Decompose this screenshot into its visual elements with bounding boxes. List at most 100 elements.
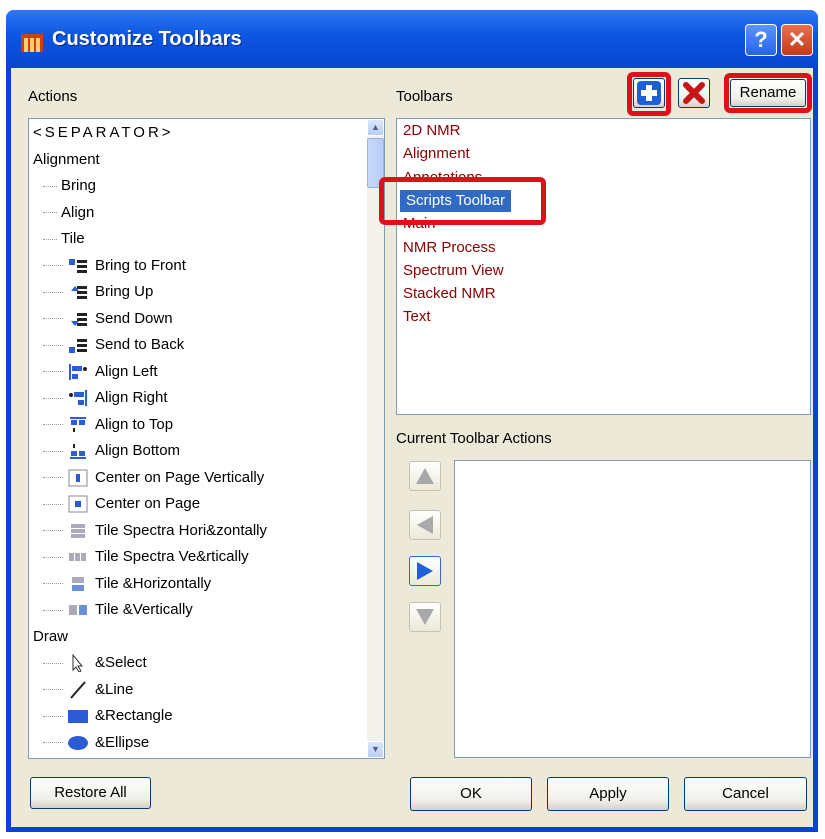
align-top-icon [70,416,86,432]
highlight-add-button [627,72,671,116]
line-icon [70,680,86,699]
action-tree-item[interactable]: Align [43,202,94,224]
title-bar[interactable]: Customize Toolbars ? ✕ [6,10,818,68]
window-title: Customize Toolbars [52,28,242,50]
action-tree-item-label: Center on Page Vertically [95,468,265,486]
select-arrow-icon [72,654,84,673]
scroll-down-arrow[interactable]: ▼ [367,741,384,758]
tree-connector [43,556,63,558]
cancel-button[interactable]: Cancel [684,777,807,811]
action-tree-item[interactable]: &Ellipse [43,732,149,754]
tree-connector [43,742,63,744]
action-tree-item-label: Center on Page [95,495,201,512]
action-tree-item-label: Tile &Vertically [95,601,193,618]
action-tree-item[interactable]: Align Bottom [43,440,180,462]
action-tree-item[interactable]: Center on Page [43,493,200,515]
action-tree-item-label: Tile [61,230,85,247]
tree-connector [43,477,63,479]
ellipse-icon [68,735,88,750]
action-tree-item-label: Align Right [95,389,168,406]
apply-button[interactable]: Apply [547,777,669,811]
action-tree-item-label: Bring [61,177,97,194]
restore-all-button[interactable]: Restore All [30,777,151,809]
toolbars-list[interactable]: 2D NMR Alignment Annotations Scripts Toolba… [396,118,811,415]
action-tree-item-label: <SEPARATOR> [33,124,174,141]
action-tree-item-label: Tile Spectra Ve&rtically [95,548,249,565]
action-tree-item-label: &Line [95,680,134,698]
move-left-button[interactable] [409,510,441,540]
move-down-button[interactable] [409,602,441,632]
tree-connector [43,344,63,346]
tree-connector [43,424,63,426]
tree-connector [43,503,63,505]
action-tree-item[interactable]: Align to Top [43,414,173,436]
tree-connector [43,583,63,585]
app-logo-icon [21,34,43,52]
tree-connector [43,185,57,187]
action-tree-item[interactable]: Tile &Horizontally [43,573,211,595]
action-tree-item-label: Tile Spectra Hori&zontally [95,521,268,539]
action-tree-item-label: Align [61,203,95,221]
toolbar-list-item[interactable]: Stacked NMR [403,283,496,305]
action-tree-item[interactable]: &Select [43,652,147,674]
action-tree-item-label: &Ellipse [95,733,150,751]
action-tree-item[interactable]: Send Down [43,308,173,330]
action-tree-item-label: Align to Top [95,415,174,433]
ok-button[interactable]: OK [410,777,532,811]
action-tree-item[interactable]: Align Left [43,361,158,383]
triangle-right-icon [417,562,433,580]
close-button[interactable]: ✕ [781,24,813,56]
action-tree-item[interactable]: Align Right [43,387,168,409]
action-tree-item[interactable]: Send to Back [43,334,184,356]
action-tree-item[interactable]: <SEPARATOR> [33,122,174,144]
action-tree-item[interactable]: Bring Up [43,281,153,303]
action-tree-item[interactable]: Tile [43,228,85,250]
actions-label: Actions [28,88,78,105]
actions-tree[interactable]: &Text&Ellipse&Rectangle&Line&Select Draw T… [28,118,385,759]
tile-spectra-h-icon [71,523,85,538]
action-tree-item[interactable]: Tile Spectra Ve&rtically [43,546,249,568]
toolbar-list-item[interactable]: Alignment [403,143,470,165]
action-tree-item[interactable]: Bring [43,175,96,197]
tree-connector [43,715,63,717]
toolbars-label: Toolbars [396,88,453,105]
toolbar-list-item[interactable]: 2D NMR [403,120,461,142]
tree-connector [43,212,57,214]
action-tree-item-label: &Rectangle [95,707,173,724]
triangle-up-icon [416,468,434,484]
action-tree-item-label: Draw [33,627,69,645]
customize-toolbars-dialog: Customize Toolbars ? ✕ Actions Toolbars … [6,10,818,832]
action-tree-item[interactable]: Tile &Vertically [43,599,193,621]
action-tree-item[interactable]: &Text [43,758,133,759]
move-right-button[interactable] [409,556,441,586]
current-toolbar-actions-list[interactable] [454,460,811,758]
toolbar-list-item[interactable]: Text [403,306,431,328]
move-up-button[interactable] [409,461,441,491]
current-toolbar-actions-label: Current Toolbar Actions [396,430,552,447]
tree-connector [43,238,57,240]
toolbar-list-item[interactable]: NMR Process [403,237,496,259]
toolbar-list-item[interactable]: Spectrum View [403,260,504,282]
send-down-icon [71,312,87,326]
tree-connector [43,371,63,373]
tree-connector [43,291,63,293]
triangle-down-icon [416,609,434,625]
action-tree-item[interactable]: Draw [33,626,68,648]
action-tree-item[interactable]: Bring to Front [43,255,186,277]
tree-connector [43,450,63,452]
tree-connector [43,609,63,611]
action-tree-item[interactable]: Center on Page Vertically [43,467,264,489]
tile-spectra-v-icon [69,553,86,562]
action-tree-item-label: Bring to Front [95,256,186,274]
tree-connector [43,397,63,399]
scroll-up-arrow[interactable]: ▲ [367,119,384,136]
action-tree-item[interactable]: Tile Spectra Hori&zontally [43,520,267,542]
delete-toolbar-button[interactable] [678,78,710,108]
action-tree-item[interactable]: Alignment [33,149,100,171]
action-tree-item[interactable]: &Line [43,679,133,701]
action-tree-item[interactable]: &Rectangle [43,705,173,727]
align-bottom-icon [70,444,86,460]
tile-v-icon [69,605,87,616]
help-button[interactable]: ? [745,24,777,56]
action-tree-item-label: Send to Back [95,336,185,353]
